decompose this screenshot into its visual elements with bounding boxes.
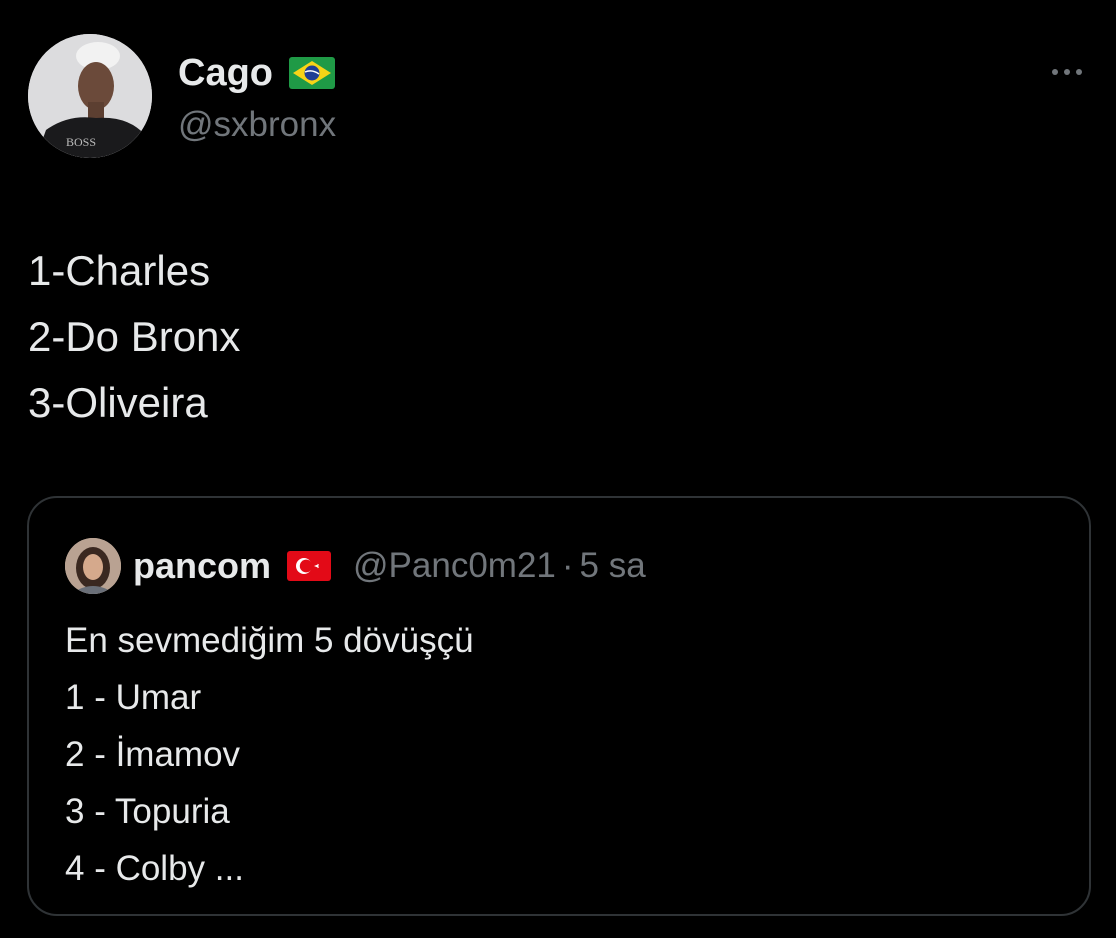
quoted-line: En sevmediğim 5 dövüşçü (65, 621, 474, 660)
quoted-line: 4 - Colby ... (65, 849, 244, 888)
author-handle[interactable]: @sxbronx (178, 103, 336, 147)
author-name-row[interactable]: Cago (178, 50, 335, 96)
quoted-author-avatar[interactable] (65, 538, 121, 594)
quoted-author-handle[interactable]: @Panc0m21 (353, 544, 556, 588)
quoted-tweet-timestamp[interactable]: 5 sa (580, 544, 646, 588)
tweet-text: 1-Charles 2-Do Bronx 3-Oliveira (28, 238, 240, 436)
avatar-photo-icon: BOSS (28, 34, 152, 158)
quoted-tweet[interactable]: pancom @Panc0m21 · 5 sa En sevmediğim 5 … (27, 496, 1091, 916)
timestamp-separator: · (561, 546, 574, 585)
more-dot (1064, 69, 1070, 75)
tweet-card: BOSS Cago @sxbronx 1-Charles 2-Do Bronx … (0, 0, 1116, 938)
quoted-line: 1 - Umar (65, 678, 202, 717)
svg-text:BOSS: BOSS (66, 135, 96, 149)
author-avatar[interactable]: BOSS (28, 34, 152, 158)
tweet-line: 1-Charles (28, 247, 211, 294)
more-dot (1076, 69, 1082, 75)
brazil-flag-icon (289, 57, 335, 89)
quoted-line: 2 - İmamov (65, 735, 241, 774)
more-options-icon[interactable] (1040, 58, 1094, 86)
quoted-author-name[interactable]: pancom (133, 544, 271, 588)
quoted-line: 3 - Topuria (65, 792, 230, 831)
more-dot (1052, 69, 1058, 75)
turkey-flag-icon (287, 551, 332, 581)
avatar-photo-icon (65, 538, 121, 594)
tweet-line: 2-Do Bronx (28, 313, 241, 360)
author-name[interactable]: Cago (178, 50, 273, 96)
tweet-line: 3-Oliveira (28, 379, 208, 426)
quoted-tweet-text: En sevmediğim 5 dövüşçü 1 - Umar 2 - İma… (65, 612, 474, 897)
quoted-tweet-header: pancom @Panc0m21 · 5 sa (133, 544, 646, 588)
